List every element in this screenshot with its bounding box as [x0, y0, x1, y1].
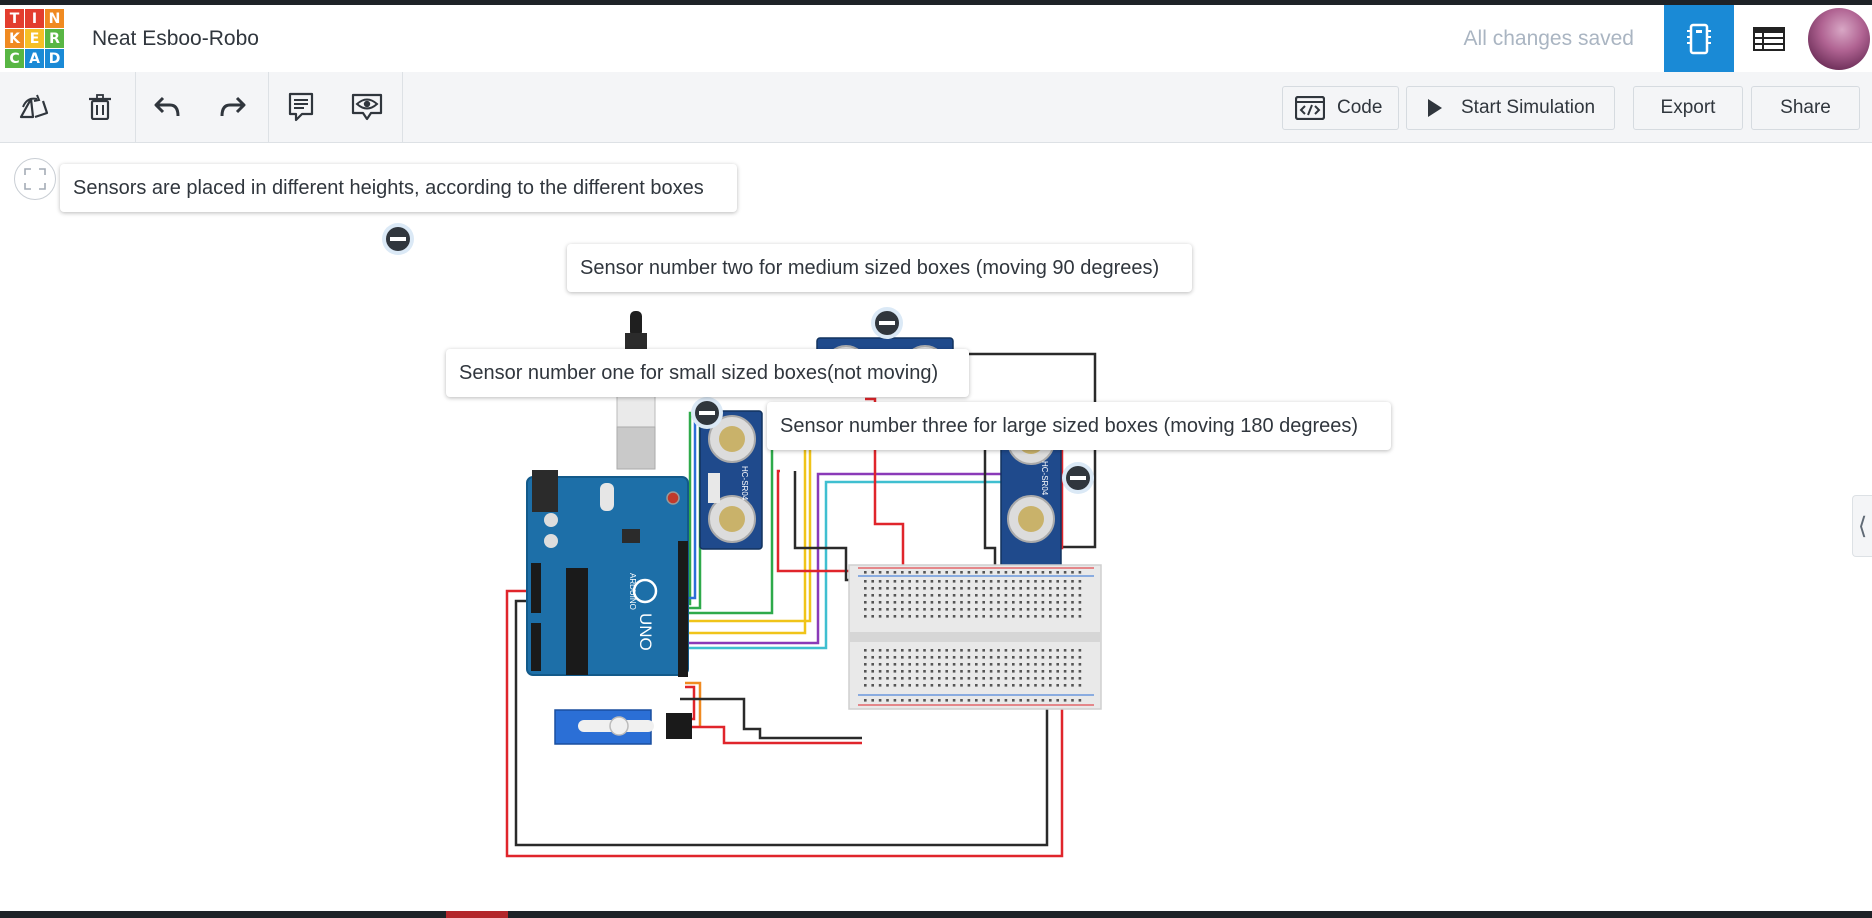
logo-letter: T	[5, 9, 24, 28]
save-status: All changes saved	[1463, 27, 1634, 50]
logo-letter: E	[25, 29, 44, 48]
circuit-view-button[interactable]	[1664, 5, 1734, 72]
logo-letter: D	[45, 49, 64, 68]
component-list-icon	[1753, 26, 1785, 51]
component-panel-toggle[interactable]: ⟨	[1852, 495, 1872, 557]
user-avatar[interactable]	[1808, 8, 1870, 70]
footer-marker	[446, 911, 508, 918]
note-sensor-three[interactable]: Sensor number three for large sized boxe…	[767, 402, 1391, 450]
micro-servo[interactable]	[554, 709, 692, 745]
sensor-one-label: HC-SR04	[740, 466, 749, 501]
ultrasonic-sensor-one[interactable]: HC-SR04	[699, 410, 763, 550]
tinkercad-app: T I N K E R C A D Neat Esboo-Robo All ch…	[0, 5, 1872, 911]
note-pin-one[interactable]	[382, 223, 414, 255]
start-simulation-label: Start Simulation	[1461, 97, 1596, 118]
undo-button[interactable]	[150, 90, 184, 124]
notes-icon	[288, 92, 314, 122]
rotate-icon	[19, 94, 49, 119]
delete-icon	[89, 94, 111, 120]
delete-button[interactable]	[83, 90, 117, 124]
note-text: Sensor number one for small sized boxes(…	[459, 361, 939, 384]
note-text: Sensor number two for medium sized boxes…	[580, 256, 1160, 279]
board-uno-label: UNO	[636, 613, 655, 651]
undo-icon	[154, 96, 180, 117]
note-sensor-two[interactable]: Sensor number two for medium sized boxes…	[567, 244, 1192, 292]
logo-letter: I	[25, 9, 44, 28]
app-header: T I N K E R C A D Neat Esboo-Robo All ch…	[0, 5, 1872, 73]
design-title[interactable]: Neat Esboo-Robo	[92, 27, 259, 51]
component-list-button[interactable]	[1734, 5, 1804, 72]
notes-visibility-icon	[351, 93, 383, 121]
share-button-label: Share	[1780, 97, 1831, 118]
notes-group	[268, 72, 403, 142]
logo-letter: K	[5, 29, 24, 48]
note-text: Sensors are placed in different heights,…	[73, 176, 704, 199]
history-group	[135, 72, 269, 142]
note-pin-two[interactable]	[871, 307, 903, 339]
rotate-button[interactable]	[18, 90, 52, 124]
editor-toolbar: Code Start Simulation Export Share	[0, 72, 1872, 143]
circuit-view-icon	[1687, 23, 1711, 54]
logo-letter: C	[5, 49, 24, 68]
notes-button[interactable]	[284, 90, 318, 124]
share-button[interactable]: Share	[1751, 86, 1860, 130]
edit-tools-group	[0, 72, 136, 142]
note-pin-three[interactable]	[691, 397, 723, 429]
note-sensor-one[interactable]: Sensor number one for small sized boxes(…	[446, 349, 969, 397]
logo-letter: N	[45, 9, 64, 28]
note-pin-four[interactable]	[1062, 462, 1094, 494]
start-simulation-button[interactable]: Start Simulation	[1406, 86, 1615, 130]
arduino-uno-board[interactable]: UNO ARDUINO	[526, 470, 689, 677]
sensor-three-label: HC-SR04	[1040, 461, 1049, 496]
tinkercad-logo[interactable]: T I N K E R C A D	[5, 9, 65, 69]
code-icon	[1295, 96, 1325, 120]
play-icon	[1428, 99, 1442, 117]
redo-button[interactable]	[216, 90, 250, 124]
chevron-left-icon: ⟨	[1857, 512, 1868, 540]
note-heights[interactable]: Sensors are placed in different heights,…	[60, 164, 737, 212]
export-button-label: Export	[1660, 97, 1716, 118]
export-button[interactable]: Export	[1633, 86, 1743, 130]
code-button[interactable]: Code	[1282, 86, 1399, 130]
logo-letter: A	[25, 49, 44, 68]
circuit-canvas[interactable]: UNO ARDUINO HC-SR04 HC-SR04 Sensors are …	[0, 143, 1872, 911]
redo-icon	[220, 96, 246, 117]
note-text: Sensor number three for large sized boxe…	[780, 414, 1359, 437]
board-brand-label: ARDUINO	[628, 573, 637, 610]
code-button-label: Code	[1337, 97, 1383, 118]
breadboard[interactable]	[848, 564, 1102, 710]
logo-letter: R	[45, 29, 64, 48]
footer-strip	[0, 911, 1872, 918]
notes-visibility-button[interactable]	[350, 90, 384, 124]
